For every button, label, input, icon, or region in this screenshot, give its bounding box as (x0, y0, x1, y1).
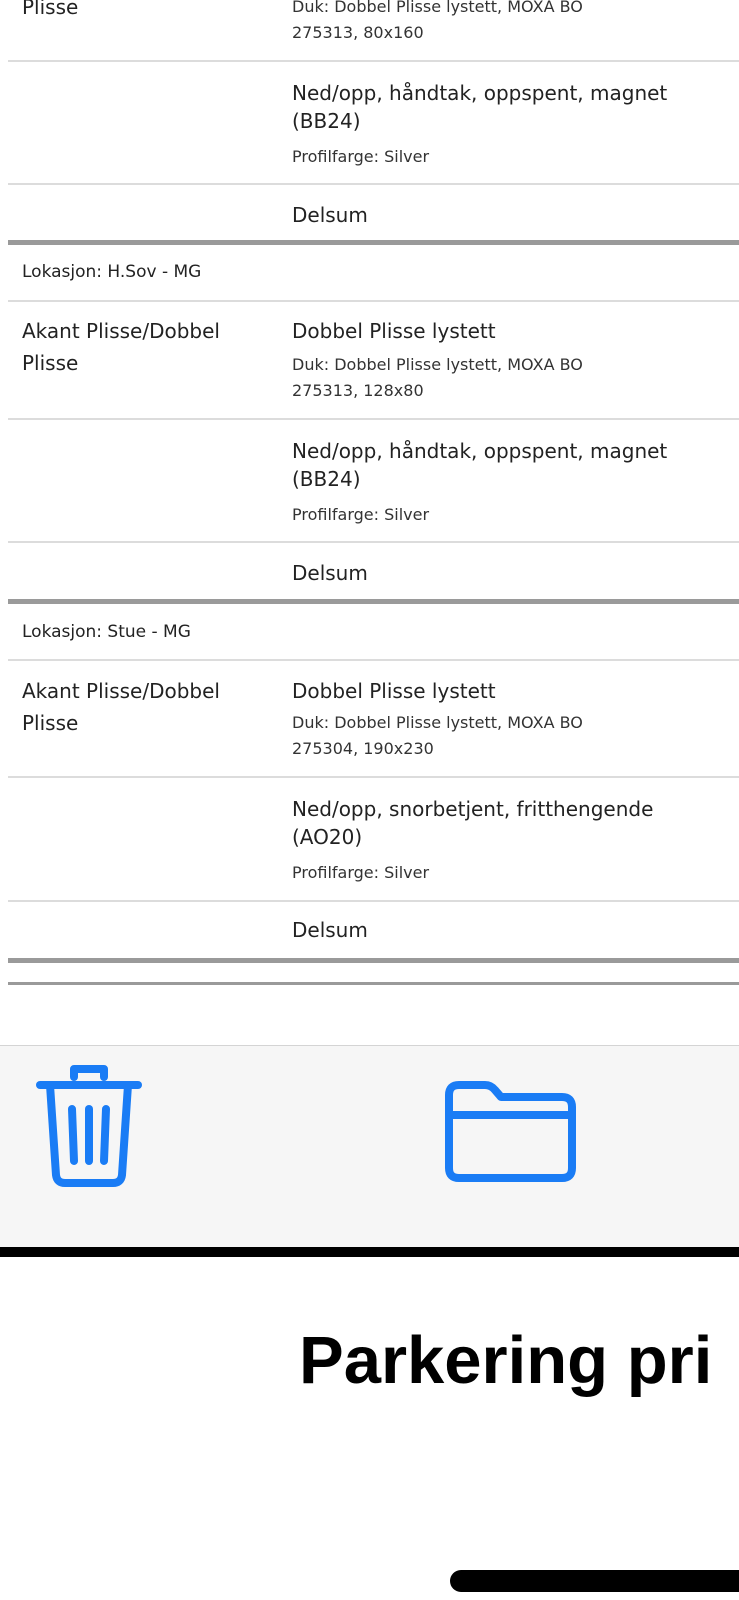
document-view[interactable]: Plisse Duk: Dobbel Plisse lystett, MOXA … (0, 0, 739, 1045)
row-divider (8, 300, 739, 302)
section-divider (8, 599, 739, 604)
row-divider (8, 776, 739, 778)
operation-line: Ned/opp, snorbetjent, fritthengende (292, 797, 654, 821)
operation-line: Ned/opp, håndtak, oppspent, magnet (292, 81, 668, 105)
row-divider (8, 541, 739, 543)
item-title: Dobbel Plisse lystett (292, 679, 496, 703)
fabric-line: Duk: Dobbel Plisse lystett, MOXA BO (292, 713, 583, 732)
profile-color: Profilfarge: Silver (292, 863, 430, 882)
operation-code: (BB24) (292, 109, 361, 133)
row-divider (8, 900, 739, 902)
subtotal-label: Delsum (292, 918, 368, 942)
product-name: Akant Plisse/Dobbel (22, 319, 220, 343)
page-title: Parkering pri (299, 1323, 713, 1398)
row-divider (8, 659, 739, 661)
subtotal-label: Delsum (292, 561, 368, 585)
home-indicator[interactable] (450, 1570, 739, 1592)
trash-icon[interactable] (34, 1063, 144, 1188)
bottom-toolbar (0, 1045, 739, 1248)
section-divider (8, 958, 739, 963)
fabric-line: Duk: Dobbel Plisse lystett, MOXA BO (292, 0, 583, 16)
fabric-size: 275313, 80x160 (292, 23, 424, 42)
row-divider (8, 60, 739, 62)
fabric-line: Duk: Dobbel Plisse lystett, MOXA BO (292, 355, 583, 374)
screen-divider (0, 1247, 739, 1257)
operation-code: (BB24) (292, 467, 361, 491)
product-name-cont: Plisse (22, 351, 79, 375)
row-divider (8, 183, 739, 185)
operation-line: Ned/opp, håndtak, oppspent, magnet (292, 439, 668, 463)
item-title: Dobbel Plisse lystett (292, 319, 496, 343)
row-divider (8, 418, 739, 420)
location-label: Lokasjon: H.Sov - MG (22, 262, 202, 282)
profile-color: Profilfarge: Silver (292, 147, 430, 166)
product-name-cont: Plisse (22, 0, 79, 19)
location-label: Lokasjon: Stue - MG (22, 622, 191, 642)
operation-code: (AO20) (292, 825, 363, 849)
fabric-size: 275313, 128x80 (292, 381, 424, 400)
section-divider (8, 240, 739, 245)
subtotal-label: Delsum (292, 203, 368, 227)
folder-icon[interactable] (443, 1079, 578, 1184)
fabric-size: 275304, 190x230 (292, 739, 434, 758)
product-name-cont: Plisse (22, 711, 79, 735)
document-end-divider (8, 982, 739, 985)
product-name: Akant Plisse/Dobbel (22, 679, 220, 703)
profile-color: Profilfarge: Silver (292, 505, 430, 524)
